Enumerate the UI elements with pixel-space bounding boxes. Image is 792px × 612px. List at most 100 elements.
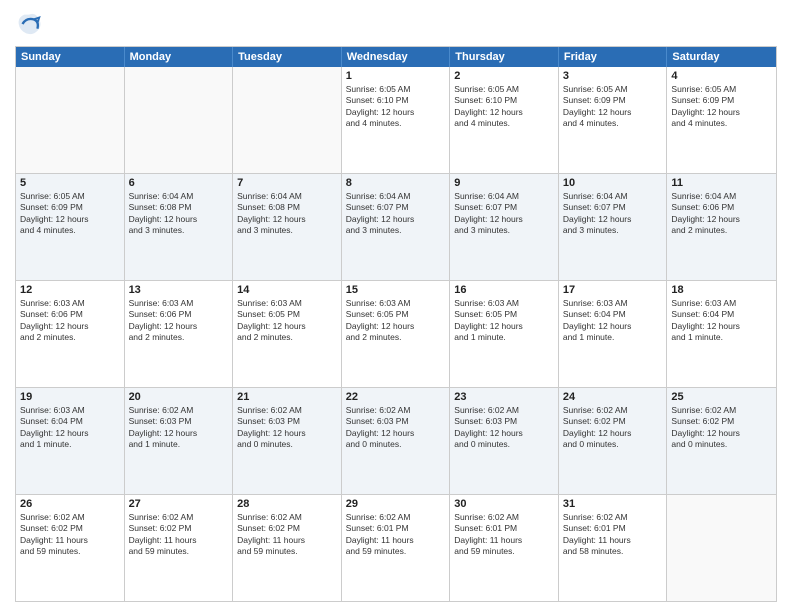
- weekday-header-tuesday: Tuesday: [233, 47, 342, 67]
- day-number: 14: [237, 284, 337, 296]
- calendar-day-18: 18 Sunrise: 6:03 AM Sunset: 6:04 PM Dayli…: [667, 281, 776, 387]
- calendar-day-1: 1 Sunrise: 6:05 AM Sunset: 6:10 PM Daylig…: [342, 67, 451, 173]
- calendar-row-2: 12 Sunrise: 6:03 AM Sunset: 6:06 PM Dayli…: [16, 280, 776, 387]
- day-info: Sunrise: 6:02 AM Sunset: 6:02 PM Dayligh…: [563, 405, 663, 451]
- day-info: Sunrise: 6:02 AM Sunset: 6:03 PM Dayligh…: [346, 405, 446, 451]
- calendar-row-0: 1 Sunrise: 6:05 AM Sunset: 6:10 PM Daylig…: [16, 67, 776, 173]
- day-number: 4: [671, 70, 772, 82]
- day-info: Sunrise: 6:04 AM Sunset: 6:06 PM Dayligh…: [671, 191, 772, 237]
- day-number: 17: [563, 284, 663, 296]
- calendar-row-3: 19 Sunrise: 6:03 AM Sunset: 6:04 PM Dayli…: [16, 387, 776, 494]
- logo: [15, 10, 47, 38]
- calendar-body: 1 Sunrise: 6:05 AM Sunset: 6:10 PM Daylig…: [16, 67, 776, 601]
- day-info: Sunrise: 6:04 AM Sunset: 6:07 PM Dayligh…: [454, 191, 554, 237]
- calendar-day-10: 10Sunrise: 6:04 AM Sunset: 6:07 PM Dayli…: [559, 174, 668, 280]
- day-number: 24: [563, 391, 663, 403]
- calendar-day-5: 5 Sunrise: 6:05 AM Sunset: 6:09 PM Daylig…: [16, 174, 125, 280]
- day-info: Sunrise: 6:05 AM Sunset: 6:09 PM Dayligh…: [20, 191, 120, 237]
- calendar-day-29: 29 Sunrise: 6:02 AM Sunset: 6:01 PM Dayli…: [342, 495, 451, 601]
- calendar-day-25: 25 Sunrise: 6:02 AM Sunset: 6:02 PM Dayli…: [667, 388, 776, 494]
- calendar-day-17: 17 Sunrise: 6:03 AM Sunset: 6:04 PM Dayli…: [559, 281, 668, 387]
- day-info: Sunrise: 6:04 AM Sunset: 6:08 PM Dayligh…: [237, 191, 337, 237]
- calendar-day-19: 19 Sunrise: 6:03 AM Sunset: 6:04 PM Dayli…: [16, 388, 125, 494]
- day-number: 26: [20, 498, 120, 510]
- calendar-day-27: 27Sunrise: 6:02 AM Sunset: 6:02 PM Dayli…: [125, 495, 234, 601]
- calendar-empty-cell: [233, 67, 342, 173]
- day-info: Sunrise: 6:02 AM Sunset: 6:02 PM Dayligh…: [237, 512, 337, 558]
- day-number: 15: [346, 284, 446, 296]
- day-info: Sunrise: 6:03 AM Sunset: 6:05 PM Dayligh…: [454, 298, 554, 344]
- weekday-header-wednesday: Wednesday: [342, 47, 451, 67]
- calendar-day-26: 26 Sunrise: 6:02 AM Sunset: 6:02 PM Dayli…: [16, 495, 125, 601]
- day-number: 16: [454, 284, 554, 296]
- day-number: 18: [671, 284, 772, 296]
- day-number: 12: [20, 284, 120, 296]
- day-number: 1: [346, 70, 446, 82]
- calendar-day-7: 7Sunrise: 6:04 AM Sunset: 6:08 PM Daylig…: [233, 174, 342, 280]
- calendar-header: SundayMondayTuesdayWednesdayThursdayFrid…: [16, 47, 776, 67]
- day-number: 21: [237, 391, 337, 403]
- weekday-header-thursday: Thursday: [450, 47, 559, 67]
- day-number: 9: [454, 177, 554, 189]
- day-number: 27: [129, 498, 229, 510]
- calendar-day-12: 12 Sunrise: 6:03 AM Sunset: 6:06 PM Dayli…: [16, 281, 125, 387]
- calendar-row-1: 5 Sunrise: 6:05 AM Sunset: 6:09 PM Daylig…: [16, 173, 776, 280]
- calendar-empty-cell: [667, 495, 776, 601]
- calendar-day-6: 6 Sunrise: 6:04 AM Sunset: 6:08 PM Daylig…: [125, 174, 234, 280]
- day-info: Sunrise: 6:04 AM Sunset: 6:08 PM Dayligh…: [129, 191, 229, 237]
- day-number: 22: [346, 391, 446, 403]
- calendar-day-13: 13Sunrise: 6:03 AM Sunset: 6:06 PM Dayli…: [125, 281, 234, 387]
- day-number: 11: [671, 177, 772, 189]
- day-info: Sunrise: 6:03 AM Sunset: 6:06 PM Dayligh…: [20, 298, 120, 344]
- header: [15, 10, 777, 38]
- day-number: 28: [237, 498, 337, 510]
- calendar-empty-cell: [125, 67, 234, 173]
- weekday-header-sunday: Sunday: [16, 47, 125, 67]
- day-info: Sunrise: 6:03 AM Sunset: 6:04 PM Dayligh…: [563, 298, 663, 344]
- day-info: Sunrise: 6:05 AM Sunset: 6:10 PM Dayligh…: [346, 84, 446, 130]
- calendar-day-20: 20 Sunrise: 6:02 AM Sunset: 6:03 PM Dayli…: [125, 388, 234, 494]
- day-info: Sunrise: 6:05 AM Sunset: 6:09 PM Dayligh…: [563, 84, 663, 130]
- calendar-day-30: 30Sunrise: 6:02 AM Sunset: 6:01 PM Dayli…: [450, 495, 559, 601]
- day-number: 29: [346, 498, 446, 510]
- day-number: 19: [20, 391, 120, 403]
- day-info: Sunrise: 6:04 AM Sunset: 6:07 PM Dayligh…: [346, 191, 446, 237]
- day-number: 23: [454, 391, 554, 403]
- day-info: Sunrise: 6:05 AM Sunset: 6:10 PM Dayligh…: [454, 84, 554, 130]
- calendar-day-31: 31 Sunrise: 6:02 AM Sunset: 6:01 PM Dayli…: [559, 495, 668, 601]
- calendar-day-11: 11 Sunrise: 6:04 AM Sunset: 6:06 PM Dayli…: [667, 174, 776, 280]
- day-number: 13: [129, 284, 229, 296]
- day-info: Sunrise: 6:05 AM Sunset: 6:09 PM Dayligh…: [671, 84, 772, 130]
- day-info: Sunrise: 6:02 AM Sunset: 6:01 PM Dayligh…: [563, 512, 663, 558]
- day-info: Sunrise: 6:02 AM Sunset: 6:01 PM Dayligh…: [346, 512, 446, 558]
- day-number: 20: [129, 391, 229, 403]
- weekday-header-monday: Monday: [125, 47, 234, 67]
- day-info: Sunrise: 6:03 AM Sunset: 6:05 PM Dayligh…: [237, 298, 337, 344]
- page: SundayMondayTuesdayWednesdayThursdayFrid…: [0, 0, 792, 612]
- day-info: Sunrise: 6:03 AM Sunset: 6:05 PM Dayligh…: [346, 298, 446, 344]
- calendar-day-2: 2 Sunrise: 6:05 AM Sunset: 6:10 PM Daylig…: [450, 67, 559, 173]
- calendar-row-4: 26 Sunrise: 6:02 AM Sunset: 6:02 PM Dayli…: [16, 494, 776, 601]
- day-info: Sunrise: 6:03 AM Sunset: 6:04 PM Dayligh…: [671, 298, 772, 344]
- calendar-empty-cell: [16, 67, 125, 173]
- day-number: 3: [563, 70, 663, 82]
- day-number: 5: [20, 177, 120, 189]
- logo-icon: [15, 10, 43, 38]
- day-info: Sunrise: 6:04 AM Sunset: 6:07 PM Dayligh…: [563, 191, 663, 237]
- day-number: 8: [346, 177, 446, 189]
- calendar-day-8: 8 Sunrise: 6:04 AM Sunset: 6:07 PM Daylig…: [342, 174, 451, 280]
- day-info: Sunrise: 6:02 AM Sunset: 6:03 PM Dayligh…: [129, 405, 229, 451]
- calendar-day-22: 22 Sunrise: 6:02 AM Sunset: 6:03 PM Dayli…: [342, 388, 451, 494]
- day-info: Sunrise: 6:02 AM Sunset: 6:02 PM Dayligh…: [671, 405, 772, 451]
- calendar-day-14: 14 Sunrise: 6:03 AM Sunset: 6:05 PM Dayli…: [233, 281, 342, 387]
- day-info: Sunrise: 6:02 AM Sunset: 6:02 PM Dayligh…: [20, 512, 120, 558]
- day-number: 25: [671, 391, 772, 403]
- day-number: 31: [563, 498, 663, 510]
- calendar-day-9: 9 Sunrise: 6:04 AM Sunset: 6:07 PM Daylig…: [450, 174, 559, 280]
- day-number: 2: [454, 70, 554, 82]
- calendar: SundayMondayTuesdayWednesdayThursdayFrid…: [15, 46, 777, 602]
- day-number: 6: [129, 177, 229, 189]
- calendar-day-28: 28 Sunrise: 6:02 AM Sunset: 6:02 PM Dayli…: [233, 495, 342, 601]
- day-info: Sunrise: 6:02 AM Sunset: 6:03 PM Dayligh…: [454, 405, 554, 451]
- day-info: Sunrise: 6:03 AM Sunset: 6:04 PM Dayligh…: [20, 405, 120, 451]
